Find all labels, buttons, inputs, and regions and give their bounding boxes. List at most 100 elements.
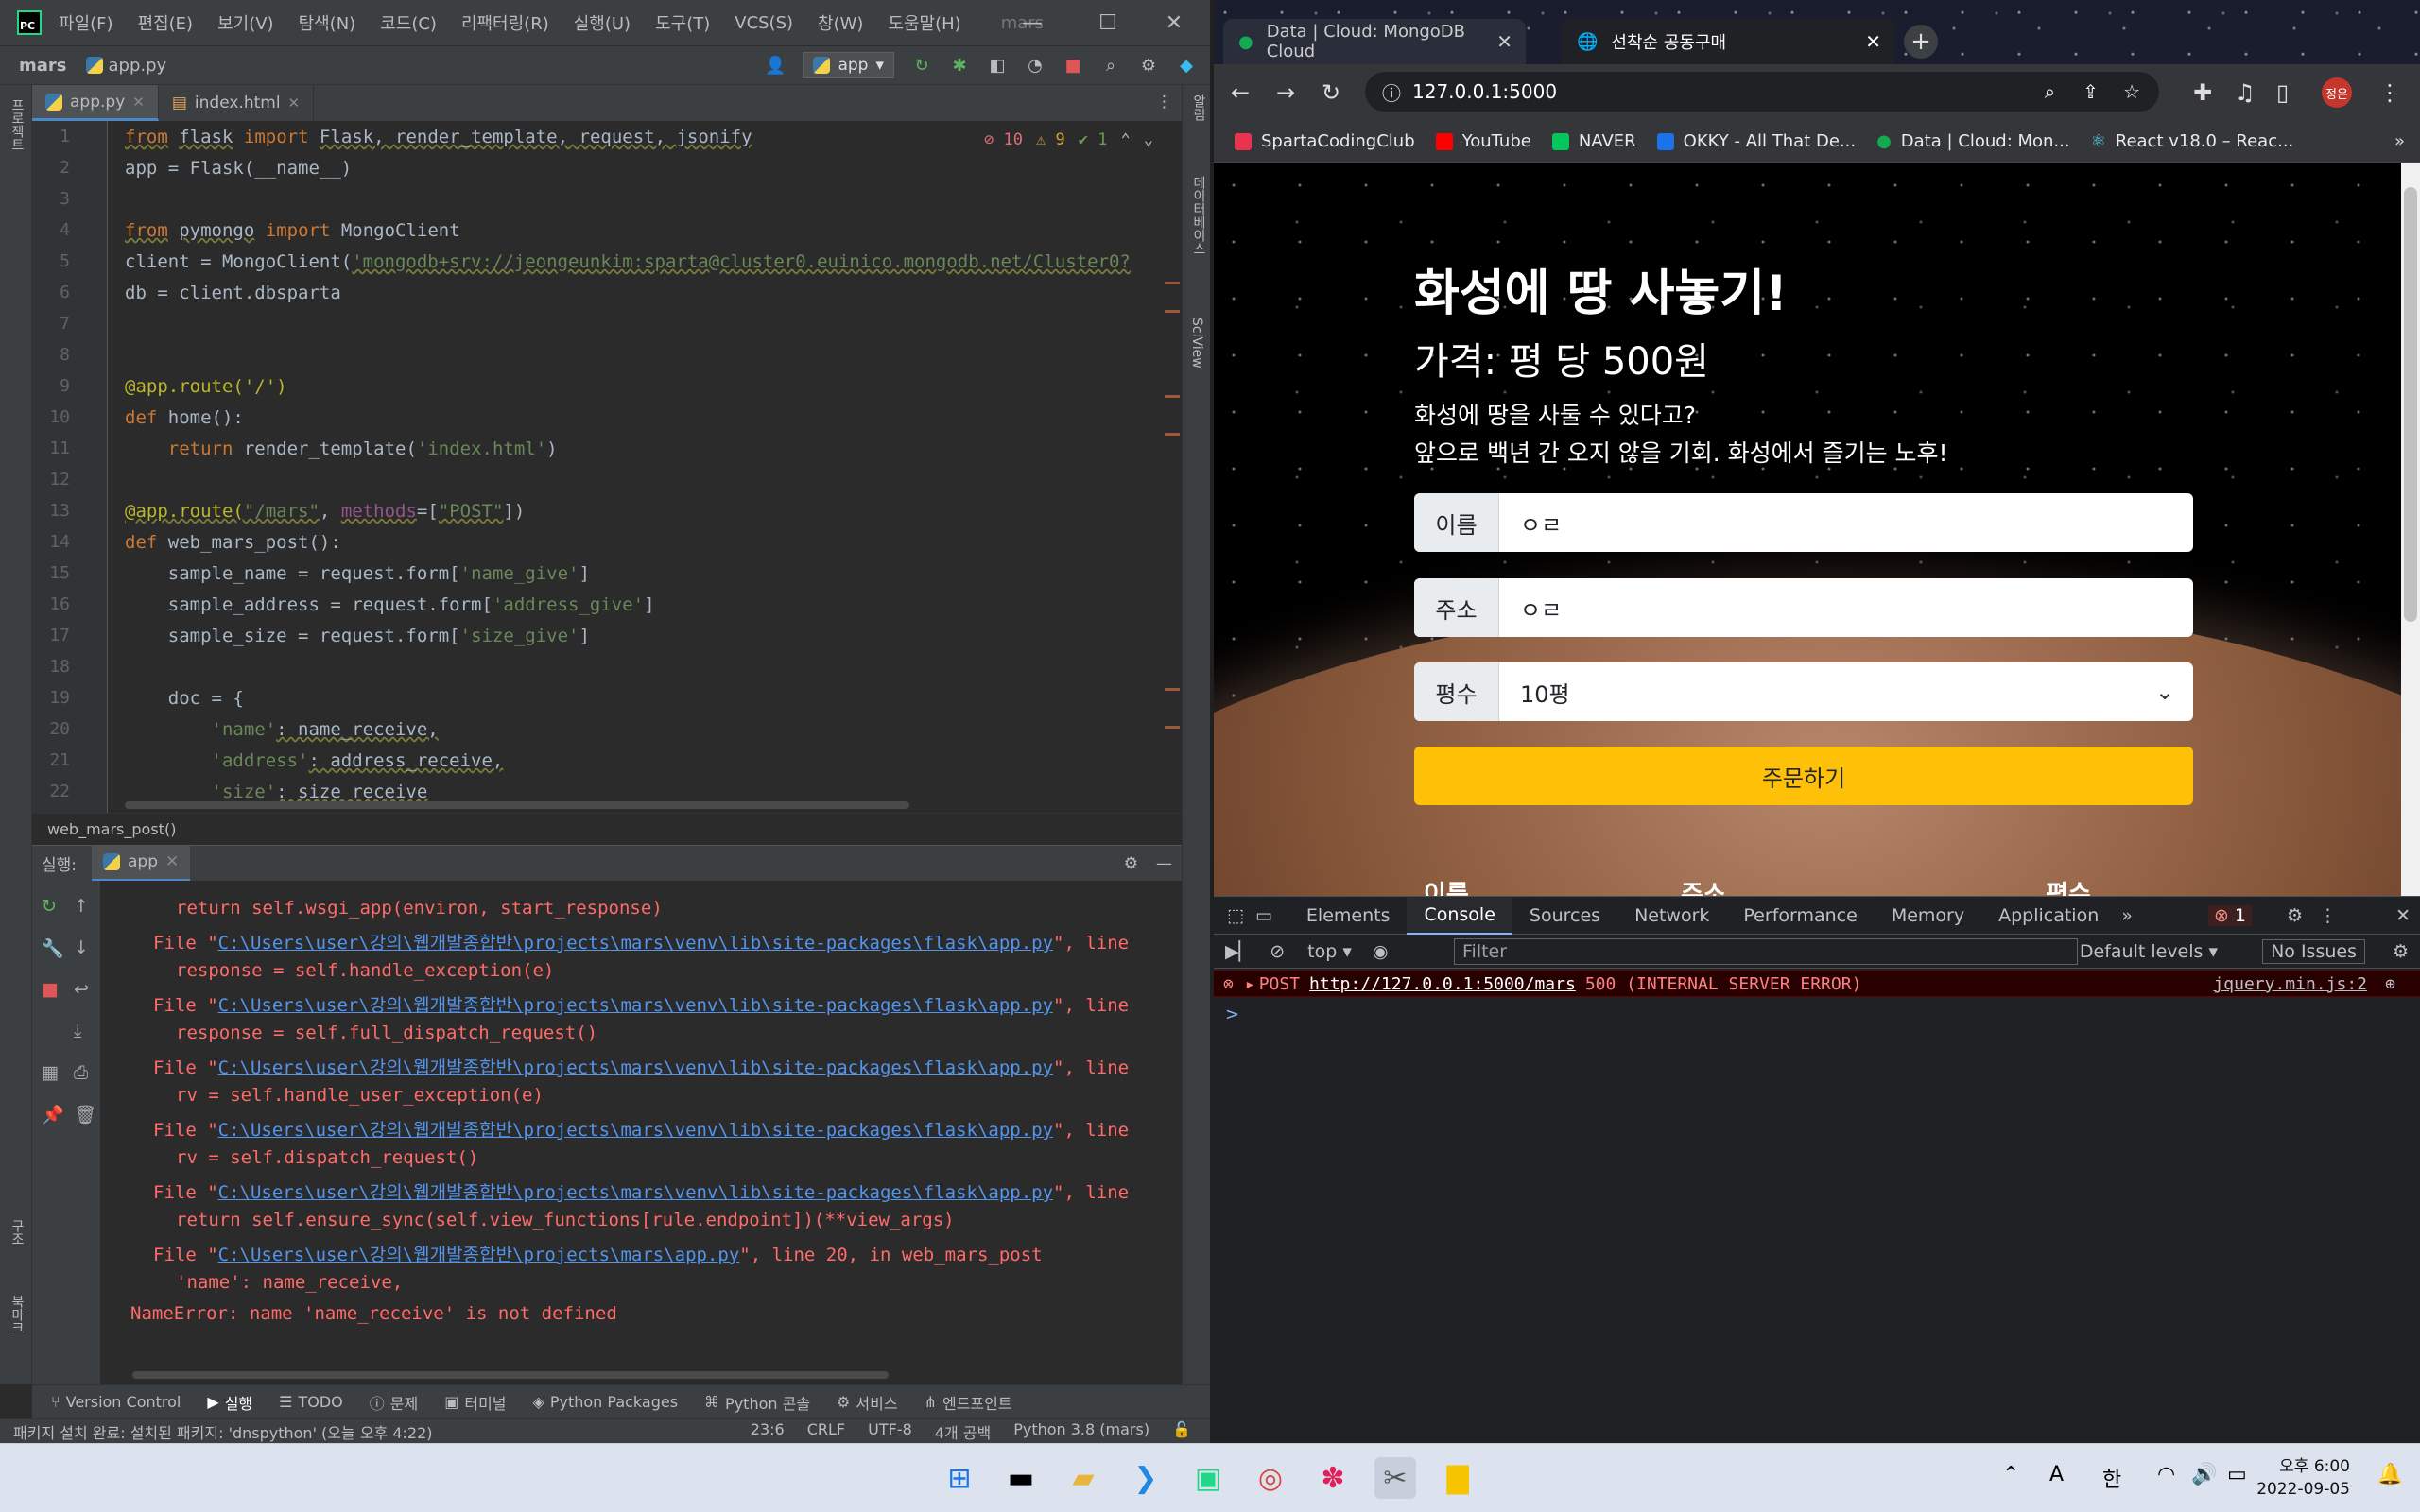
tool-run[interactable]: ▶ 실행	[207, 1391, 252, 1414]
warning-count-badge[interactable]: ⚠ 9	[1036, 130, 1065, 149]
zoom-icon[interactable]: ⌕	[2045, 80, 2055, 103]
eye-icon[interactable]: ◉	[1373, 941, 1389, 962]
project-tool-label[interactable]: 프로젝트	[8, 98, 26, 151]
error-count-badge[interactable]: ⊘ 10	[984, 130, 1023, 149]
bookmarks-tool-label[interactable]: 북마크	[8, 1295, 26, 1334]
error-stripe-mark[interactable]	[1165, 282, 1180, 284]
issues-button[interactable]: No Issues	[2262, 938, 2365, 964]
structure-tool-label[interactable]: 구조	[8, 1219, 26, 1246]
bookmark-star-icon[interactable]: ☆	[2123, 80, 2140, 103]
interpreter[interactable]: Python 3.8 (mars)	[1013, 1420, 1150, 1443]
terminal-app-icon[interactable]: ▬	[1000, 1457, 1042, 1499]
expand-icon[interactable]: ▸	[1245, 974, 1255, 994]
profile-avatar[interactable]: 정은	[2322, 77, 2352, 108]
tool-terminal[interactable]: ▣ 터미널	[444, 1391, 506, 1414]
menu-file[interactable]: 파일(F)	[59, 10, 113, 35]
vscode-icon[interactable]: ❯	[1125, 1457, 1167, 1499]
bookmark-react[interactable]: ⚛ React v18.0 – Reac...	[2091, 131, 2294, 151]
notification-bell-icon[interactable]: 🔔	[2377, 1463, 2403, 1486]
back-icon[interactable]: ←	[1231, 79, 1250, 106]
file-link[interactable]: C:\Users\user\강의\웹개발종합반\projects\mars\ve…	[218, 1120, 1053, 1141]
rerun-icon[interactable]: ↻	[911, 55, 932, 76]
stop-icon[interactable]: ■	[1063, 55, 1083, 76]
inspect-element-icon[interactable]: ⬚	[1227, 905, 1244, 926]
debug-icon[interactable]: ✱	[949, 55, 970, 76]
run-config-selector[interactable]: app ▾	[803, 52, 894, 78]
name-input[interactable]: ㅇㄹ	[1499, 493, 2193, 552]
code-editor[interactable]: 1 2 3 4 5 6 7 8 9 10 11 12 13 14 15 16 1…	[32, 121, 1182, 813]
chevron-down-icon[interactable]: ⌄	[1144, 130, 1153, 149]
browser-tab-active[interactable]: 🌐 선착순 공동구매 ✕	[1562, 19, 1894, 64]
menu-icon[interactable]: ⋮	[2378, 79, 2401, 106]
bookmark-youtube[interactable]: YouTube	[1435, 131, 1531, 151]
error-count-badge[interactable]: ⊗ 1	[2207, 904, 2252, 926]
sidebar-toggle-icon[interactable]: ▶▏	[1225, 941, 1253, 962]
menu-vcs[interactable]: VCS(S)	[735, 13, 793, 33]
close-tab-icon[interactable]: ✕	[288, 94, 301, 112]
minimize-icon[interactable]: —	[1006, 0, 1059, 45]
up-arrow-icon[interactable]: ↑	[74, 896, 89, 917]
run-console-output[interactable]: return self.wsgi_app(environ, start_resp…	[100, 881, 1182, 1384]
pycharm-icon[interactable]: ▣	[1187, 1457, 1229, 1499]
settings-icon[interactable]: ⚙	[1138, 55, 1159, 76]
indent-setting[interactable]: 4개 공백	[935, 1420, 991, 1443]
ime-mode-a[interactable]: A	[2049, 1463, 2064, 1486]
console-error-message[interactable]: ⊗ ▸ POST http://127.0.0.1:5000/mars 500 …	[1214, 971, 2420, 997]
side-panel-icon[interactable]: ▯	[2276, 79, 2289, 106]
menu-refactor[interactable]: 리팩터링(R)	[461, 10, 549, 35]
file-link[interactable]: C:\Users\user\강의\웹개발종합반\projects\mars\ve…	[218, 933, 1053, 954]
clear-console-icon[interactable]: ⊘	[1270, 941, 1285, 962]
more-options-icon[interactable]: ⋮	[2319, 905, 2337, 926]
pycharm-logo-icon[interactable]: PC	[17, 10, 42, 35]
close-icon[interactable]: ✕	[1148, 0, 1201, 45]
sticky-notes-icon[interactable]: ▇	[1437, 1457, 1478, 1499]
pin-icon[interactable]: 📌	[42, 1104, 64, 1125]
chrome-icon[interactable]: ◎	[1250, 1457, 1291, 1499]
tab-application[interactable]: Application	[1981, 897, 2116, 935]
hide-icon[interactable]: —	[1156, 854, 1172, 873]
wrench-icon[interactable]: 🔧	[42, 937, 64, 959]
error-url-link[interactable]: http://127.0.0.1:5000/mars	[1309, 974, 1576, 994]
tab-sources[interactable]: Sources	[1512, 897, 1617, 935]
wifi-icon[interactable]: ◠	[2157, 1463, 2175, 1486]
tab-console[interactable]: Console	[1407, 896, 1512, 935]
bookmark-sparta[interactable]: SpartaCodingClub	[1235, 131, 1415, 151]
status-message[interactable]: 패키지 설치 완료: 설치된 패키지: 'dnspython' (오늘 오후 4…	[13, 1420, 433, 1443]
order-button[interactable]: 주문하기	[1414, 747, 2193, 805]
log-levels-dropdown[interactable]: Default levels ▾	[2080, 941, 2218, 962]
stop-icon[interactable]: ■	[42, 979, 59, 1000]
settings-icon[interactable]: ⚙	[1124, 854, 1138, 873]
error-stripe-mark[interactable]	[1165, 726, 1180, 729]
run-tab-app[interactable]: app ✕	[92, 845, 191, 882]
battery-icon[interactable]: ▭	[2227, 1463, 2247, 1486]
menu-run[interactable]: 실행(U)	[574, 10, 631, 35]
snipping-tool-icon[interactable]: ✂	[1374, 1457, 1416, 1499]
console-prompt[interactable]: >	[1225, 1005, 1239, 1024]
address-bar[interactable]: ⓘ 127.0.0.1:5000 ⌕ ⇪ ☆	[1365, 72, 2159, 112]
breadcrumb-file[interactable]: app.py	[85, 56, 166, 76]
tab-memory[interactable]: Memory	[1875, 897, 1981, 935]
more-tabs-icon[interactable]: ⋮	[1156, 93, 1172, 112]
page-scroll-thumb[interactable]	[2404, 187, 2417, 622]
close-tab-icon[interactable]: ✕	[1865, 30, 1881, 53]
settings-icon[interactable]: ⚙	[2393, 941, 2409, 962]
volume-icon[interactable]: 🔊	[2191, 1463, 2217, 1486]
ime-mode-han[interactable]: 한	[2102, 1463, 2121, 1493]
file-explorer-icon[interactable]: ▰	[1063, 1457, 1104, 1499]
chevron-up-icon[interactable]: ⌃	[2002, 1463, 2019, 1486]
database-tool-label[interactable]: 데이터베이스	[1189, 176, 1208, 255]
line-separator[interactable]: CRLF	[807, 1420, 845, 1443]
caret-position[interactable]: 23:6	[751, 1420, 785, 1443]
user-icon[interactable]: 👤	[765, 55, 786, 76]
network-icon[interactable]: ⊕	[2385, 974, 2395, 994]
code-breadcrumb[interactable]: web_mars_post()	[32, 813, 1182, 845]
settings-icon[interactable]: ⚙	[2287, 905, 2303, 926]
search-icon[interactable]: ⌕	[1100, 55, 1121, 76]
tool-services[interactable]: ⚙ 서비스	[837, 1391, 898, 1414]
file-encoding[interactable]: UTF-8	[868, 1420, 912, 1443]
windows-start-icon[interactable]: ⊞	[939, 1457, 980, 1499]
media-icon[interactable]: ♫	[2235, 79, 2256, 106]
page-scrollbar[interactable]	[2401, 163, 2420, 896]
share-icon[interactable]: ⇪	[2083, 80, 2099, 103]
maximize-icon[interactable]: ☐	[1081, 0, 1134, 45]
